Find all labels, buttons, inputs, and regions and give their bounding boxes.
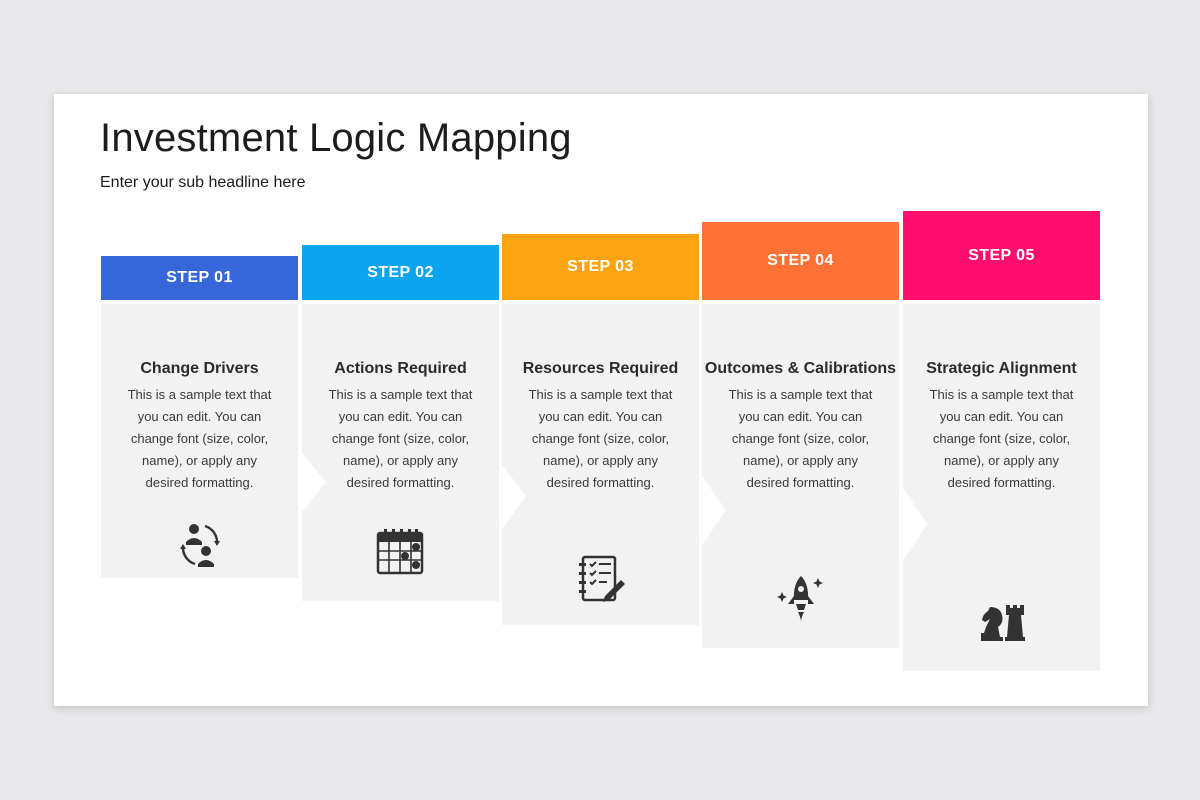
page-title: Investment Logic Mapping	[100, 116, 572, 160]
step-1-label: STEP 01	[166, 269, 233, 286]
step-5-text: This is a sample text that you can edit.…	[929, 387, 1074, 490]
step-5-label: STEP 05	[968, 246, 1035, 264]
calendar-check-icon	[375, 526, 425, 576]
step-1-text: This is a sample text that you can edit.…	[127, 387, 272, 490]
step-2-heading: Actions Required	[334, 360, 467, 377]
step-3-header: STEP 03	[502, 234, 699, 300]
step-5-header: STEP 05	[903, 211, 1100, 300]
rocket-icon	[776, 574, 826, 624]
step-1-header: STEP 01	[101, 256, 298, 300]
checklist-notebook-icon	[577, 554, 627, 604]
step-5-heading: Strategic Alignment	[926, 360, 1077, 377]
step-3-label: STEP 03	[567, 258, 634, 275]
step-3-heading: Resources Required	[522, 360, 679, 377]
step-3-text: This is a sample text that you can edit.…	[528, 387, 673, 490]
step-1-heading: Change Drivers	[140, 360, 259, 377]
step-2-label: STEP 02	[367, 263, 434, 281]
step-4-heading: Outcomes & Calibrations	[704, 360, 897, 377]
page-subtitle: Enter your sub headline here	[100, 174, 306, 191]
step-2-text: This is a sample text that you can edit.…	[328, 387, 473, 490]
step-4-text: This is a sample text that you can edit.…	[728, 387, 873, 490]
step-2-header: STEP 02	[302, 245, 499, 300]
people-cycle-icon	[175, 520, 225, 570]
step-4-label: STEP 04	[767, 252, 834, 269]
step-4-header: STEP 04	[702, 222, 899, 300]
chess-pieces-icon	[977, 595, 1027, 645]
